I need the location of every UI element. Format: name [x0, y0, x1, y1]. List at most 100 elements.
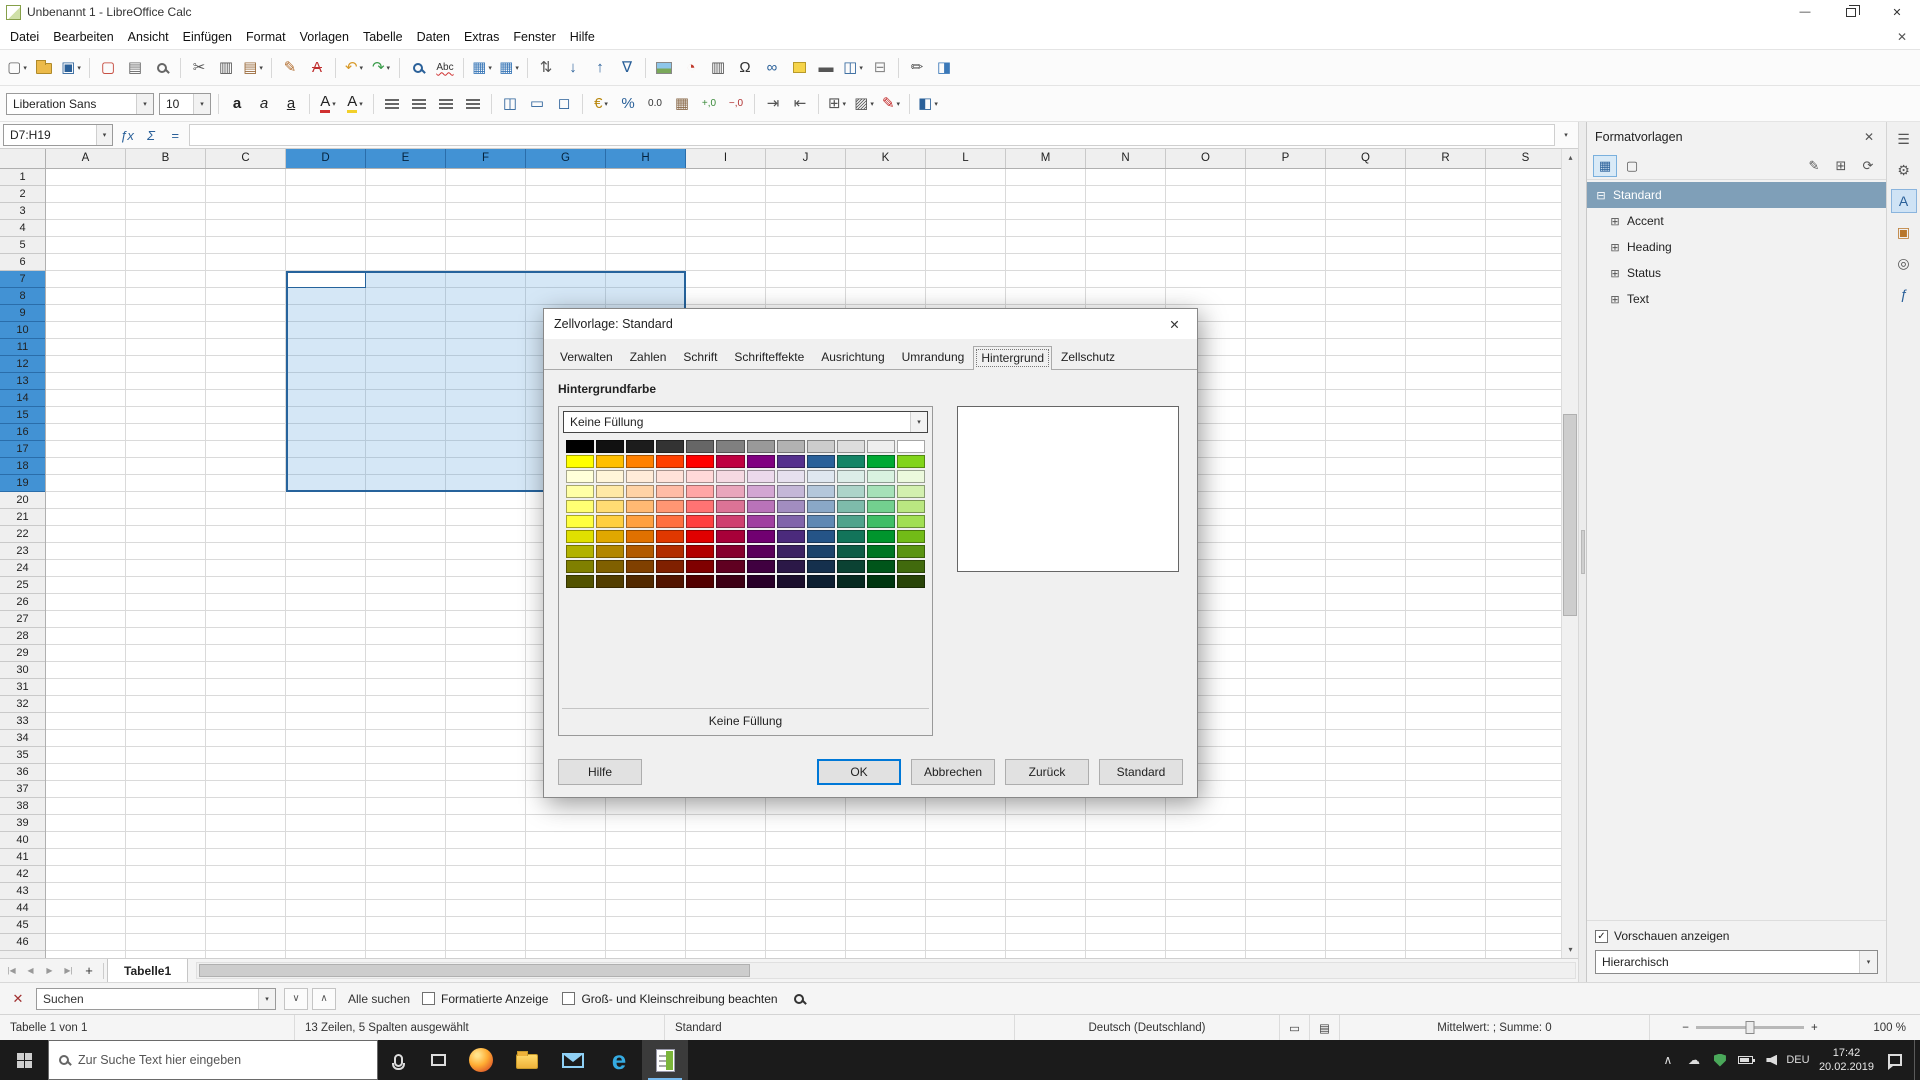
color-swatch[interactable] — [746, 545, 775, 558]
tab-hintergrund[interactable]: Hintergrund — [973, 346, 1053, 370]
borders-button[interactable]: ⊞ ▾ — [824, 90, 850, 118]
color-swatch[interactable] — [746, 440, 775, 453]
headers-footers-button[interactable]: ▬ — [813, 54, 839, 82]
color-swatch[interactable] — [656, 545, 685, 558]
row-header-8[interactable]: 8 — [0, 288, 45, 305]
column-header-s[interactable]: S — [1486, 149, 1561, 168]
italic-button[interactable]: a — [251, 90, 277, 118]
sort-button[interactable]: ⇅ — [533, 54, 559, 82]
color-swatch[interactable] — [596, 485, 625, 498]
row-header-44[interactable]: 44 — [0, 900, 45, 917]
cell-summary[interactable]: Mittelwert: ; Summe: 0 — [1340, 1015, 1650, 1040]
color-swatch[interactable] — [896, 485, 925, 498]
row-header-18[interactable]: 18 — [0, 458, 45, 475]
row-header-35[interactable]: 35 — [0, 747, 45, 764]
color-swatch[interactable] — [776, 530, 805, 543]
row-header-13[interactable]: 13 — [0, 373, 45, 390]
dropdown-caret-icon[interactable]: ▾ — [23, 64, 27, 72]
tab-zahlen[interactable]: Zahlen — [622, 345, 675, 369]
document-modified-icon[interactable]: ▤ — [1310, 1015, 1340, 1040]
column-header-k[interactable]: K — [846, 149, 926, 168]
sum-button[interactable]: Σ — [139, 123, 163, 147]
color-swatch[interactable] — [566, 500, 595, 513]
border-style-button[interactable]: ▨ ▾ — [851, 90, 877, 118]
color-swatch[interactable] — [866, 440, 895, 453]
color-swatch[interactable] — [626, 440, 655, 453]
row-header-34[interactable]: 34 — [0, 730, 45, 747]
tab-zellschutz[interactable]: Zellschutz — [1053, 345, 1123, 369]
action-center-button[interactable] — [1882, 1040, 1908, 1080]
color-swatch[interactable] — [776, 500, 805, 513]
color-swatch[interactable] — [566, 440, 595, 453]
row-header-29[interactable]: 29 — [0, 645, 45, 662]
column-header-i[interactable]: I — [686, 149, 766, 168]
row-header-5[interactable]: 5 — [0, 237, 45, 254]
zoom-slider[interactable] — [1696, 1021, 1804, 1034]
undo-button[interactable]: ↶ ▾ — [341, 54, 367, 82]
color-swatch[interactable] — [686, 440, 715, 453]
firefox-icon[interactable] — [458, 1040, 504, 1080]
color-swatch[interactable] — [596, 470, 625, 483]
menu-bearbeiten[interactable]: Bearbeiten — [46, 26, 120, 48]
dropdown-caret-icon[interactable]: ▾ — [332, 100, 336, 108]
color-swatch[interactable] — [566, 455, 595, 468]
color-swatch[interactable] — [836, 440, 865, 453]
color-swatch[interactable] — [626, 500, 655, 513]
name-box-arrow-icon[interactable]: ▾ — [96, 125, 112, 145]
color-swatch[interactable] — [566, 485, 595, 498]
color-swatch[interactable] — [866, 560, 895, 573]
row-header-37[interactable]: 37 — [0, 781, 45, 798]
onedrive-icon[interactable]: ☁ — [1681, 1040, 1707, 1080]
tab-ausrichtung[interactable]: Ausrichtung — [813, 345, 892, 369]
color-swatch[interactable] — [656, 440, 685, 453]
color-swatch[interactable] — [626, 455, 655, 468]
color-swatch[interactable] — [596, 560, 625, 573]
color-swatch[interactable] — [896, 515, 925, 528]
print-preview-button[interactable] — [149, 54, 175, 82]
color-swatch[interactable] — [716, 455, 745, 468]
menu-format[interactable]: Format — [239, 26, 293, 48]
save-button[interactable]: ▣ ▾ — [58, 54, 84, 82]
function-wizard-button[interactable]: ƒx — [115, 123, 139, 147]
color-swatch[interactable] — [806, 485, 835, 498]
align-justified-button[interactable] — [460, 90, 486, 118]
row-header-24[interactable]: 24 — [0, 560, 45, 577]
sheet-tab-tabelle1[interactable]: Tabelle1 — [107, 959, 189, 982]
horizontal-scrollbar[interactable] — [196, 962, 1576, 979]
cortana-mic-button[interactable] — [378, 1040, 418, 1080]
row-header-6[interactable]: 6 — [0, 254, 45, 271]
tab-umrandung[interactable]: Umrandung — [894, 345, 973, 369]
battery-icon[interactable] — [1733, 1040, 1759, 1080]
style-heading[interactable]: ⊞ Heading — [1587, 234, 1886, 260]
column-header-q[interactable]: Q — [1326, 149, 1406, 168]
explorer-icon[interactable] — [504, 1040, 550, 1080]
sort-descending-button[interactable]: ↑ — [587, 54, 613, 82]
dropdown-caret-icon[interactable]: ▾ — [897, 100, 901, 108]
format-date-button[interactable]: ▦ — [669, 90, 695, 118]
dropdown-caret-icon[interactable]: ▾ — [77, 64, 81, 72]
show-draw-functions-button[interactable]: ✏ — [904, 54, 930, 82]
color-swatch[interactable] — [596, 575, 625, 588]
align-left-button[interactable] — [379, 90, 405, 118]
volume-icon[interactable] — [1759, 1040, 1785, 1080]
column-header-g[interactable]: G — [526, 149, 606, 168]
zoom-slider-thumb[interactable] — [1745, 1021, 1755, 1034]
row-header-1[interactable]: 1 — [0, 169, 45, 186]
row-header-45[interactable]: 45 — [0, 917, 45, 934]
formula-input[interactable] — [189, 124, 1555, 146]
underline-button[interactable]: a — [278, 90, 304, 118]
color-swatch[interactable] — [866, 515, 895, 528]
color-swatch[interactable] — [656, 515, 685, 528]
color-swatch[interactable] — [836, 530, 865, 543]
cancel-button[interactable]: Abbrechen — [911, 759, 995, 785]
color-swatch[interactable] — [716, 560, 745, 573]
color-swatch[interactable] — [866, 470, 895, 483]
color-swatch[interactable] — [596, 545, 625, 558]
tray-expand-button[interactable]: ∧ — [1655, 1040, 1681, 1080]
column-header-n[interactable]: N — [1086, 149, 1166, 168]
split-window-button[interactable]: ⊟ — [867, 54, 893, 82]
color-swatch[interactable] — [896, 470, 925, 483]
color-swatch[interactable] — [686, 500, 715, 513]
selection-mode-icon[interactable]: ▭ — [1280, 1015, 1310, 1040]
clone-formatting-button[interactable]: ✎ — [277, 54, 303, 82]
